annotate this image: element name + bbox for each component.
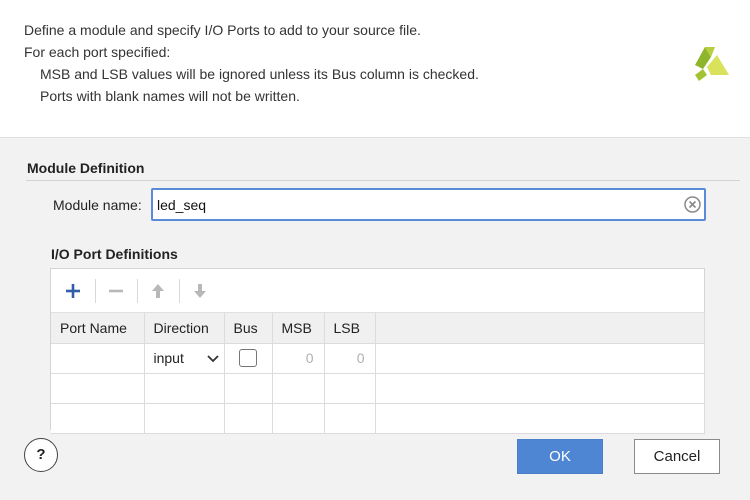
toolbar-separator (95, 279, 96, 303)
help-button[interactable]: ? (24, 438, 58, 472)
description-line-4: Ports with blank names will not be writt… (40, 88, 300, 104)
column-header-port-name[interactable]: Port Name (51, 313, 145, 344)
description-line-3: MSB and LSB values will be ignored unles… (40, 66, 479, 82)
description-panel: Define a module and specify I/O Ports to… (0, 0, 750, 138)
description-line-1: Define a module and specify I/O Ports to… (24, 22, 421, 38)
add-icon[interactable] (61, 279, 85, 303)
io-port-table-panel: Port Name Direction Bus MSB LSB input 0 (50, 268, 705, 434)
filler-cell (375, 373, 705, 404)
module-name-label: Module name: (53, 197, 142, 213)
empty-cell[interactable] (224, 373, 273, 404)
vivado-logo-icon (695, 47, 729, 81)
chevron-down-icon (206, 354, 219, 362)
empty-cell[interactable] (144, 403, 225, 434)
io-port-definitions-title: I/O Port Definitions (51, 246, 178, 262)
lsb-cell[interactable]: 0 (324, 343, 376, 374)
toolbar-separator (179, 279, 180, 303)
toolbar-separator (137, 279, 138, 303)
bus-cell (224, 343, 273, 374)
remove-icon[interactable] (104, 279, 128, 303)
empty-cell[interactable] (272, 403, 325, 434)
empty-cell[interactable] (144, 373, 225, 404)
table-row (51, 403, 705, 434)
move-down-icon[interactable] (188, 279, 212, 303)
filler-cell (375, 343, 705, 374)
description-line-2: For each port specified: (24, 44, 171, 60)
port-toolbar (51, 269, 704, 313)
direction-value: input (153, 350, 184, 366)
port-name-cell[interactable] (51, 343, 145, 374)
empty-cell[interactable] (324, 403, 376, 434)
direction-select[interactable]: input (144, 343, 225, 374)
column-header-lsb[interactable]: LSB (324, 313, 376, 344)
move-up-icon[interactable] (146, 279, 170, 303)
module-name-input[interactable] (157, 195, 677, 215)
filler-cell (375, 403, 705, 434)
table-row: input 0 0 (51, 343, 705, 374)
column-header-filler (375, 313, 705, 344)
cancel-button[interactable]: Cancel (634, 439, 720, 474)
io-port-table: Port Name Direction Bus MSB LSB input 0 (51, 313, 705, 434)
msb-cell[interactable]: 0 (272, 343, 325, 374)
empty-cell[interactable] (224, 403, 273, 434)
empty-cell[interactable] (324, 373, 376, 404)
table-row (51, 373, 705, 404)
section-divider (26, 180, 740, 181)
column-header-direction[interactable]: Direction (144, 313, 225, 344)
column-header-msb[interactable]: MSB (272, 313, 325, 344)
empty-cell[interactable] (51, 373, 145, 404)
ok-button[interactable]: OK (517, 439, 603, 474)
bus-checkbox[interactable] (239, 349, 257, 367)
column-header-bus[interactable]: Bus (224, 313, 273, 344)
empty-cell[interactable] (51, 403, 145, 434)
clear-icon[interactable] (684, 196, 701, 213)
table-header-row: Port Name Direction Bus MSB LSB (51, 313, 705, 344)
empty-cell[interactable] (272, 373, 325, 404)
module-definition-title: Module Definition (27, 160, 145, 176)
module-name-field[interactable] (151, 188, 706, 221)
